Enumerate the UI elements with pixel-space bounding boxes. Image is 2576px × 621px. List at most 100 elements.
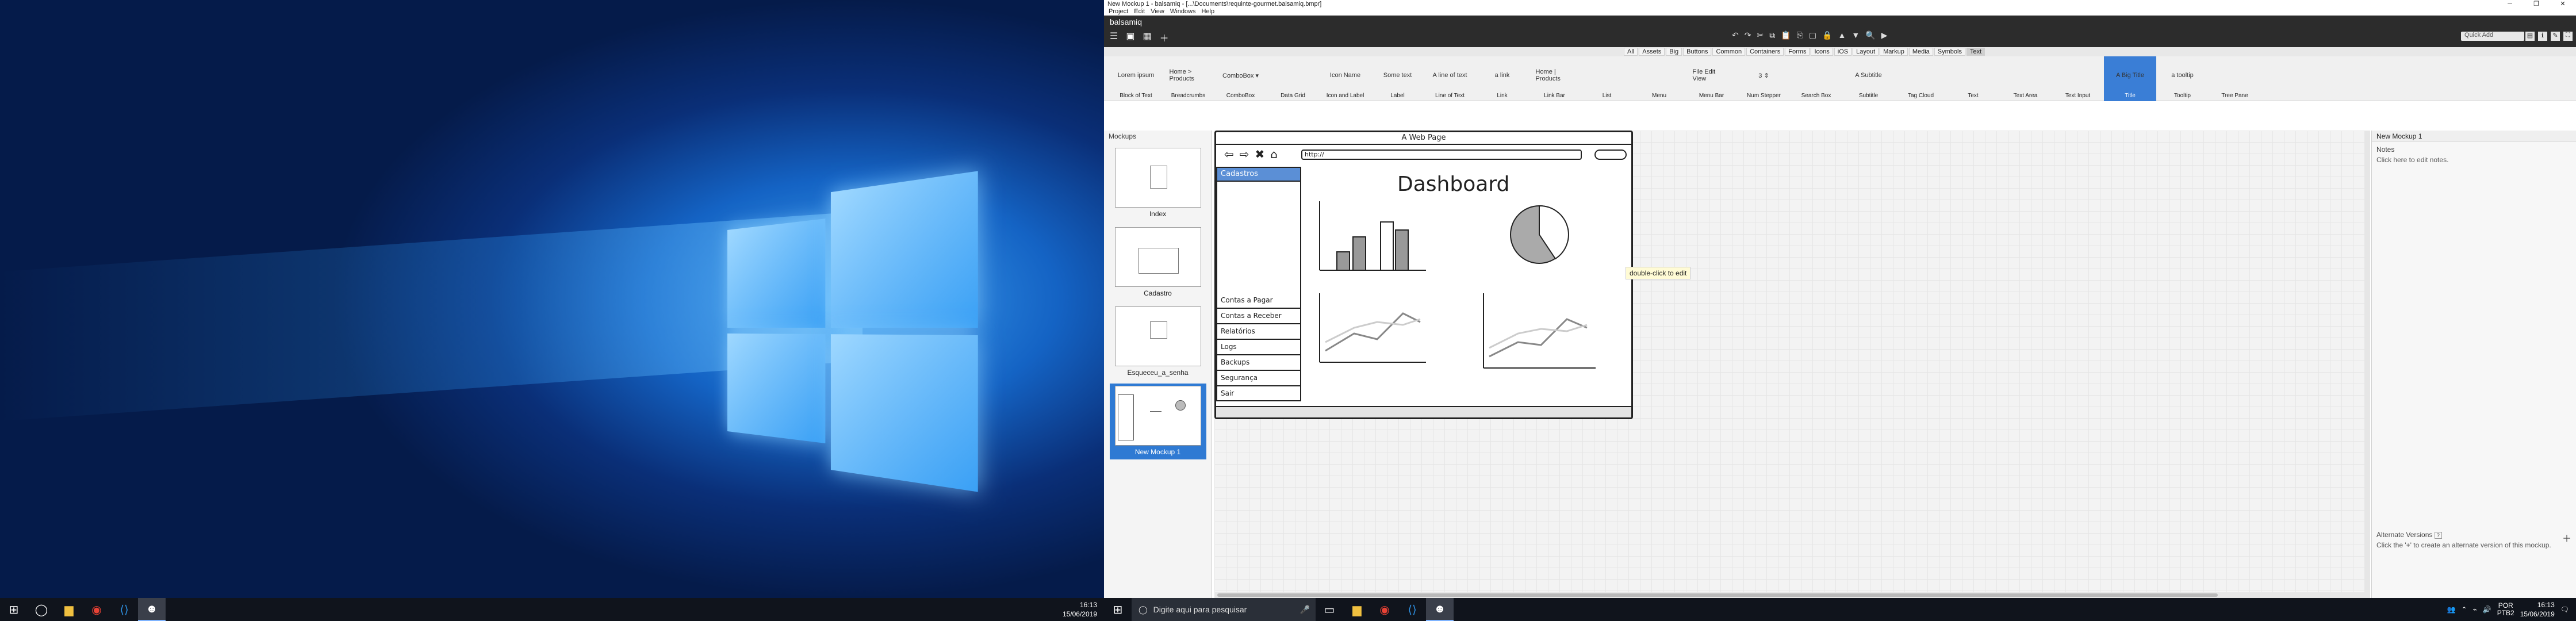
tab-buttons[interactable]: Buttons [1683, 48, 1711, 56]
mockup-sidebar[interactable]: Cadastros Contas a Pagar Contas a Recebe… [1216, 167, 1301, 401]
mockup-thumb-cadastro[interactable]: Cadastro [1110, 225, 1206, 301]
language-indicator[interactable]: POR PTB2 [2497, 602, 2514, 617]
library-item-tree-pane[interactable]: Tree Pane [2209, 56, 2261, 101]
windows-start-icon[interactable]: ⊞ [0, 598, 28, 621]
hamburger-menu-icon[interactable]: ☰ [1110, 30, 1118, 44]
library-item-num-stepper[interactable]: 3 ⇕ Num Stepper [1738, 56, 1790, 101]
lock-icon[interactable]: 🔒 [1822, 30, 1832, 40]
undo-icon[interactable]: ↶ [1732, 30, 1739, 40]
mockup-thumb-index[interactable]: Index [1110, 145, 1206, 221]
library-item-combobox[interactable]: ComboBox ▾ ComboBox [1214, 56, 1267, 101]
people-icon[interactable]: 👥 [2447, 605, 2455, 614]
properties-icon[interactable]: ℹ [2538, 32, 2547, 41]
quick-add-input[interactable]: Quick Add [2461, 32, 2524, 41]
notifications-icon[interactable]: 🗨 [2560, 605, 2569, 614]
duplicate-icon[interactable]: ⎘ [1797, 30, 1803, 40]
library-item-data-grid[interactable]: Data Grid [1267, 56, 1319, 101]
group-icon[interactable]: ▢ [1809, 30, 1816, 40]
ui-library-icon[interactable]: ▤ [2525, 32, 2535, 41]
mockup-address-bar[interactable]: http:// [1301, 150, 1582, 160]
mockup-thumb-new-mockup-1[interactable]: New Mockup 1 [1110, 384, 1206, 459]
single-view-icon[interactable]: ▣ [1126, 30, 1134, 44]
mockup-canvas[interactable]: A Web Page ⇦ ⇨ ✖ ⌂ http:// Cadastros Con… [1214, 131, 2370, 598]
file-explorer-icon[interactable]: ▆ [1343, 598, 1371, 621]
show-hidden-icons-icon[interactable]: ⌃ [2461, 605, 2467, 614]
chrome-icon[interactable]: ◉ [1371, 598, 1398, 621]
library-item-label[interactable]: Some text Label [1371, 56, 1424, 101]
chrome-icon[interactable]: ◉ [83, 598, 110, 621]
library-item-tooltip[interactable]: a tooltip Tooltip [2156, 56, 2209, 101]
library-item-link-bar[interactable]: Home | Products Link Bar [1528, 56, 1581, 101]
library-item-menu[interactable]: Menu [1633, 56, 1685, 101]
volume-icon[interactable]: 🔊 [2483, 605, 2491, 614]
add-mockup-icon[interactable]: ＋ [1160, 30, 1169, 44]
grid-view-icon[interactable]: ▦ [1143, 30, 1151, 44]
menu-edit[interactable]: Edit [1134, 8, 1145, 16]
library-item-breadcrumbs[interactable]: Home > Products Breadcrumbs [1162, 56, 1214, 101]
tab-forms[interactable]: Forms [1785, 48, 1810, 56]
library-item-tag-cloud[interactable]: Tag Cloud [1895, 56, 1947, 101]
menu-windows[interactable]: Windows [1170, 8, 1196, 16]
vscode-icon[interactable]: ⟨⟩ [1398, 598, 1426, 621]
library-item-text[interactable]: Text [1947, 56, 1999, 101]
task-view-icon[interactable]: ▭ [1316, 598, 1343, 621]
zoom-icon[interactable]: 🔍 [1865, 30, 1875, 40]
copy-icon[interactable]: ⧉ [1769, 30, 1775, 40]
file-explorer-icon[interactable]: ▆ [55, 598, 83, 621]
tab-common[interactable]: Common [1712, 48, 1745, 56]
tab-containers[interactable]: Containers [1746, 48, 1784, 56]
library-item-text-input[interactable]: Text Input [2052, 56, 2104, 101]
menu-help[interactable]: Help [1202, 8, 1215, 16]
paste-icon[interactable]: 📋 [1781, 30, 1791, 40]
bring-front-icon[interactable]: ▲ [1838, 30, 1846, 40]
library-item-list[interactable]: List [1581, 56, 1633, 101]
menu-project[interactable]: Project [1109, 8, 1128, 16]
canvas-vertical-scrollbar[interactable] [2364, 131, 2370, 598]
vscode-icon[interactable]: ⟨⟩ [110, 598, 138, 621]
library-item-text-area[interactable]: Text Area [1999, 56, 2052, 101]
balsamiq-taskbar-icon[interactable]: ☻ [138, 598, 166, 621]
taskbar-search-box[interactable]: ◯ Digite aqui para pesquisar 🎤 [1132, 598, 1316, 621]
tab-icons[interactable]: Icons [1811, 48, 1833, 56]
canvas-horizontal-scrollbar[interactable] [1214, 592, 2370, 598]
library-item-line-of-text[interactable]: A line of text Line of Text [1424, 56, 1476, 101]
library-item-link[interactable]: a link Link [1476, 56, 1528, 101]
mockup-dashboard-title[interactable]: Dashboard [1397, 172, 1509, 196]
library-item-block-of-text[interactable]: Lorem ipsum Block of Text [1110, 56, 1162, 101]
redo-icon[interactable]: ↷ [1745, 30, 1751, 40]
mockup-thumb-esqueceu-a-senha[interactable]: Esqueceu_a_senha [1110, 304, 1206, 380]
tab-markup[interactable]: Markup [1880, 48, 1908, 56]
library-item-title[interactable]: A Big Title Title [2104, 56, 2156, 101]
add-alternate-icon[interactable]: ＋ [2562, 531, 2571, 545]
maximize-icon[interactable]: ❐ [2523, 0, 2550, 7]
minimize-icon[interactable]: ─ [2497, 0, 2523, 7]
tab-assets[interactable]: Assets [1639, 48, 1665, 56]
tab-big[interactable]: Big [1666, 48, 1682, 56]
library-item-menu-bar[interactable]: File Edit View Menu Bar [1685, 56, 1738, 101]
mockup-charts[interactable] [1308, 195, 1630, 402]
present-icon[interactable]: ▶ [1881, 30, 1888, 40]
close-icon[interactable]: ✕ [2550, 0, 2576, 7]
menu-view[interactable]: View [1151, 8, 1164, 16]
library-item-search-box[interactable]: Search Box [1790, 56, 1842, 101]
send-back-icon[interactable]: ▼ [1851, 30, 1860, 40]
tab-ios[interactable]: iOS [1834, 48, 1851, 56]
notes-field[interactable]: Click here to edit notes. [2372, 155, 2576, 165]
mockup-search-field[interactable] [1594, 150, 1627, 160]
network-icon[interactable]: ⌁ [2473, 605, 2477, 614]
cortana-icon[interactable]: ◯ [28, 598, 55, 621]
cut-icon[interactable]: ✂ [1757, 30, 1764, 40]
tab-symbols[interactable]: Symbols [1934, 48, 1965, 56]
tab-media[interactable]: Media [1909, 48, 1933, 56]
balsamiq-taskbar-icon[interactable]: ☻ [1426, 598, 1454, 621]
clock-right[interactable]: 16:13 15/06/2019 [2520, 600, 2555, 619]
tab-text[interactable]: Text [1966, 48, 1985, 56]
tab-all[interactable]: All [1624, 48, 1638, 56]
notes-icon[interactable]: ✎ [2551, 32, 2560, 41]
library-item-icon-and-label[interactable]: Icon Name Icon and Label [1319, 56, 1371, 101]
windows-start-icon[interactable]: ⊞ [1104, 598, 1132, 621]
library-item-subtitle[interactable]: A Subtitle Subtitle [1842, 56, 1895, 101]
help-icon[interactable]: ? [2435, 532, 2442, 539]
fullscreen-icon[interactable]: ⛶ [2563, 32, 2573, 41]
microphone-icon[interactable]: 🎤 [1300, 605, 1310, 615]
